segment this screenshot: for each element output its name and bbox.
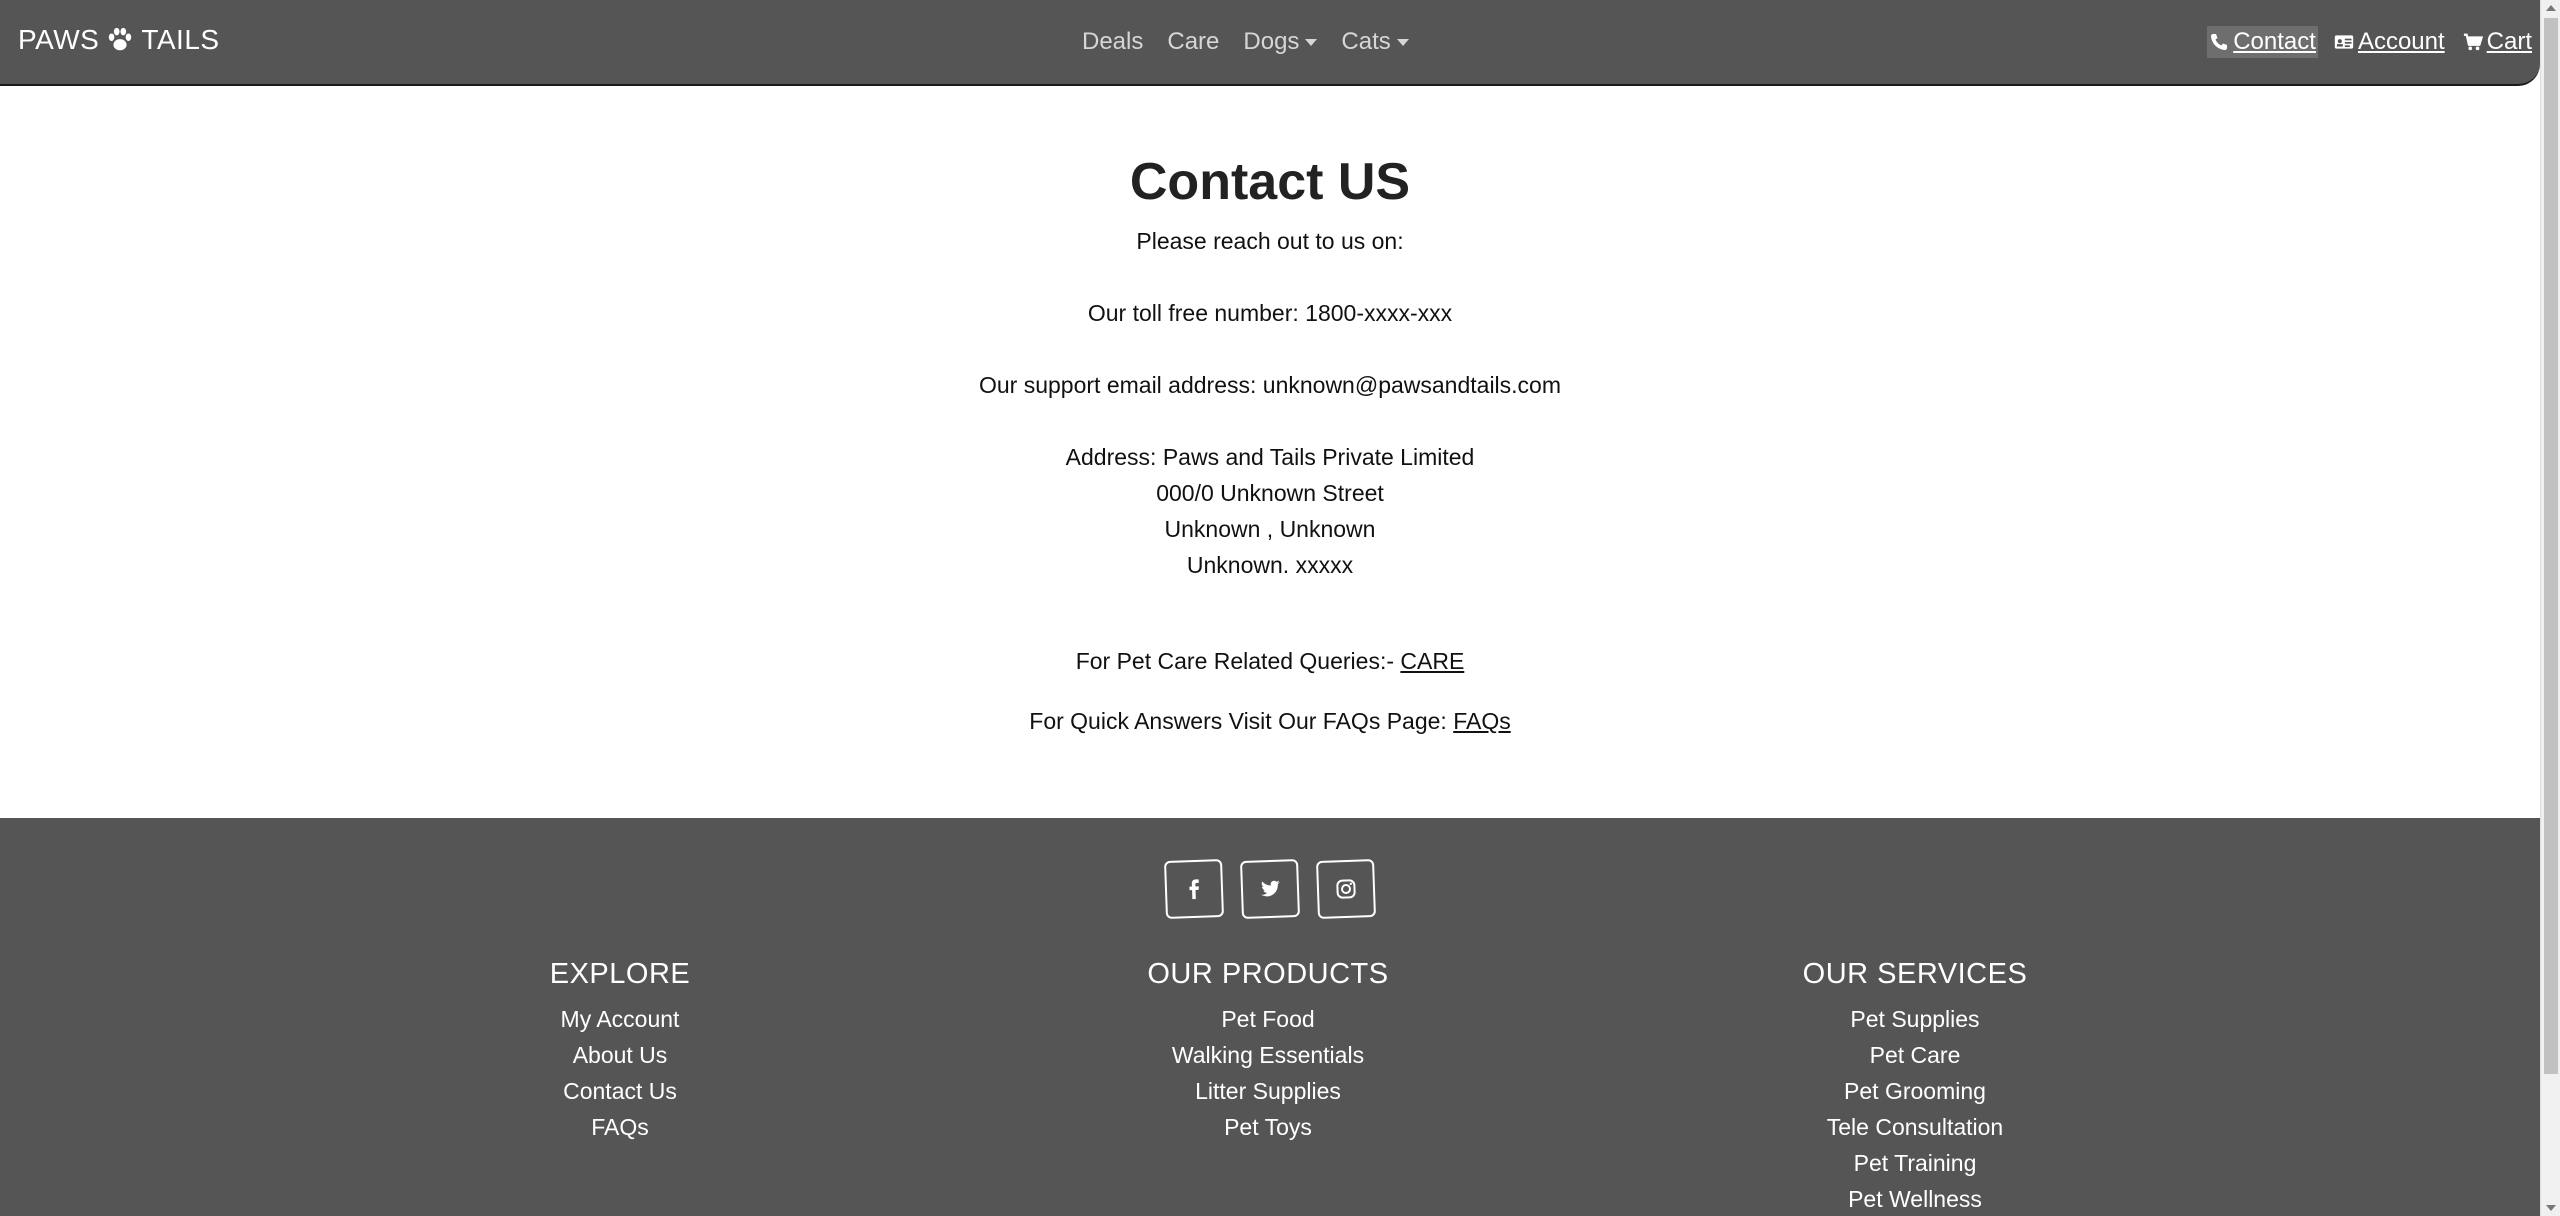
footer-link-litter-supplies[interactable]: Litter Supplies (1058, 1073, 1478, 1109)
care-queries-text: For Pet Care Related Queries:- (1075, 648, 1401, 674)
scrollbar-thumb[interactable] (2544, 18, 2558, 1074)
main-nav: Deals Care Dogs Cats (1082, 28, 1409, 56)
nav-dogs-label: Dogs (1243, 28, 1300, 55)
footer-explore: EXPLORE My Account About Us Contact Us F… (410, 958, 830, 1145)
nav-cart[interactable]: Cart (2461, 26, 2534, 58)
faq-link[interactable]: FAQs (1453, 708, 1511, 734)
cart-icon (2463, 33, 2483, 51)
care-queries-line: For Pet Care Related Queries:- CARE (0, 648, 2540, 675)
nav-care-label: Care (1167, 28, 1220, 55)
care-link[interactable]: CARE (1400, 648, 1464, 674)
instagram-icon (1336, 879, 1356, 899)
nav-cats-dropdown[interactable]: Cats (1341, 28, 1409, 56)
brand-text-left: PAWS (18, 24, 100, 55)
contact-section: Contact US Please reach out to us on: Ou… (0, 88, 2540, 818)
nav-cats-label: Cats (1341, 28, 1391, 55)
top-navbar: PAWS TAILS Deals Care Dogs Cats Contact … (0, 0, 2540, 86)
nav-account[interactable]: Account (2332, 26, 2447, 58)
footer-link-my-account[interactable]: My Account (410, 1001, 830, 1037)
site-footer: EXPLORE My Account About Us Contact Us F… (0, 818, 2540, 1216)
caret-down-icon (1305, 38, 1318, 46)
explore-heading: EXPLORE (549, 958, 691, 990)
nav-contact[interactable]: Contact (2207, 26, 2318, 58)
address-line-1: Address: Paws and Tails Private Limited (1065, 444, 1475, 470)
social-links (0, 859, 2540, 919)
nav-cart-label: Cart (2486, 28, 2532, 55)
address-line-4: Unknown. xxxxx (1186, 552, 1354, 578)
contact-phone: Our toll free number: 1800-xxxx-xxx (1087, 300, 1453, 326)
paw-icon (109, 27, 132, 51)
brand-logo[interactable]: PAWS TAILS (18, 24, 220, 56)
phone-icon (2211, 34, 2228, 50)
products-heading: OUR PRODUCTS (1147, 958, 1389, 990)
footer-services: OUR SERVICES Pet Supplies Pet Care Pet G… (1705, 958, 2125, 1216)
nav-contact-label: Contact (2233, 28, 2316, 55)
contact-email: Our support email address: unknown@pawsa… (978, 372, 1562, 398)
faq-line: For Quick Answers Visit Our FAQs Page: F… (0, 708, 2540, 735)
page-title: Contact US (1129, 153, 1411, 211)
scroll-up-icon[interactable] (2546, 5, 2556, 11)
address-line-3: Unknown , Unknown (1164, 516, 1376, 542)
facebook-icon (1189, 879, 1199, 900)
services-heading: OUR SERVICES (1802, 958, 2028, 990)
footer-link-walking-essentials[interactable]: Walking Essentials (1058, 1037, 1478, 1073)
address-line-2: 000/0 Unknown Street (1156, 480, 1384, 506)
nav-dogs-dropdown[interactable]: Dogs (1243, 28, 1318, 56)
footer-link-pet-grooming[interactable]: Pet Grooming (1705, 1073, 2125, 1109)
instagram-button[interactable] (1316, 859, 1376, 919)
page-scrollbar[interactable] (2540, 0, 2560, 1216)
caret-down-icon (1396, 38, 1409, 46)
footer-link-pet-training[interactable]: Pet Training (1705, 1145, 2125, 1181)
footer-link-faqs[interactable]: FAQs (410, 1109, 830, 1145)
contact-intro: Please reach out to us on: (1136, 228, 1404, 254)
id-card-icon (2334, 35, 2354, 49)
footer-link-pet-care[interactable]: Pet Care (1705, 1037, 2125, 1073)
brand-text-right: TAILS (141, 24, 220, 55)
footer-link-tele-consultation[interactable]: Tele Consultation (1705, 1109, 2125, 1145)
footer-link-contact-us[interactable]: Contact Us (410, 1073, 830, 1109)
footer-link-pet-toys[interactable]: Pet Toys (1058, 1109, 1478, 1145)
nav-deals-label: Deals (1082, 28, 1144, 55)
footer-link-pet-food[interactable]: Pet Food (1058, 1001, 1478, 1037)
faq-text: For Quick Answers Visit Our FAQs Page: (1029, 708, 1454, 734)
footer-link-pet-supplies[interactable]: Pet Supplies (1705, 1001, 2125, 1037)
footer-link-about-us[interactable]: About Us (410, 1037, 830, 1073)
footer-link-pet-wellness[interactable]: Pet Wellness (1705, 1181, 2125, 1216)
nav-care[interactable]: Care (1167, 28, 1219, 56)
nav-deals[interactable]: Deals (1082, 28, 1143, 56)
scroll-down-icon[interactable] (2546, 1205, 2556, 1211)
twitter-button[interactable] (1240, 859, 1300, 919)
user-nav: Contact Account Cart (2207, 26, 2534, 58)
nav-account-label: Account (2357, 28, 2445, 55)
facebook-button[interactable] (1164, 859, 1224, 919)
footer-products: OUR PRODUCTS Pet Food Walking Essentials… (1058, 958, 1478, 1145)
twitter-icon (1261, 880, 1280, 897)
